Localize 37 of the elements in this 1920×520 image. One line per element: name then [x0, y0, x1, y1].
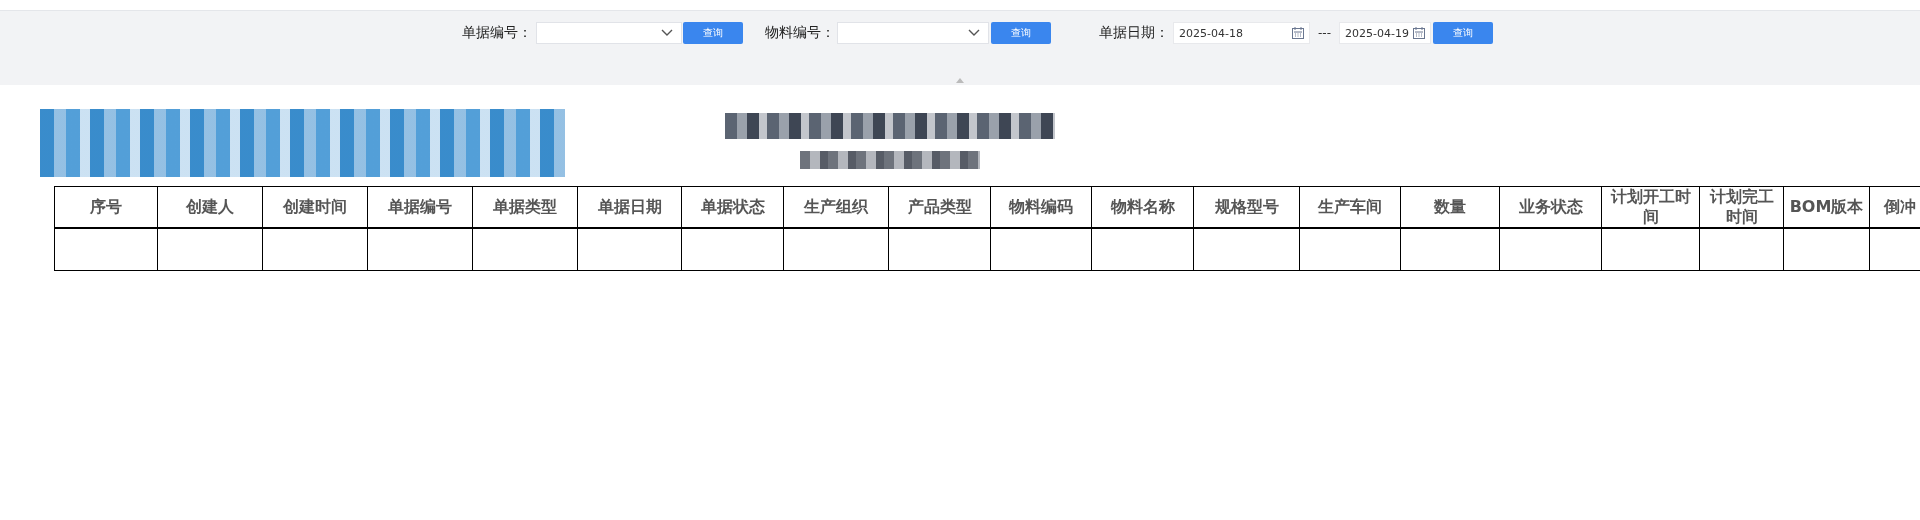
search-button[interactable]: 查询 — [683, 22, 743, 44]
column-header: 规格型号 — [1193, 186, 1300, 228]
dropdown-field[interactable] — [837, 22, 989, 44]
date-field[interactable]: 2025-04-19 — [1339, 22, 1431, 44]
column-header: 生产组织 — [783, 186, 889, 228]
column-header: 物料名称 — [1091, 186, 1194, 228]
date-value: 2025-04-18 — [1179, 26, 1243, 40]
filter-label: 单据日期： — [1099, 24, 1169, 42]
column-header: 计划开工时间 — [1601, 186, 1700, 228]
column-header: 数量 — [1400, 186, 1500, 228]
column-header: 生产车间 — [1299, 186, 1401, 228]
column-header: 倒冲 — [1869, 186, 1920, 228]
calendar-icon[interactable] — [1413, 27, 1425, 39]
date-field[interactable]: 2025-04-18 — [1173, 22, 1310, 44]
range-separator: --- — [1318, 26, 1331, 40]
column-header: 创建时间 — [262, 186, 368, 228]
date-value: 2025-04-19 — [1345, 26, 1409, 40]
column-header: BOM版本 — [1783, 186, 1870, 228]
filter-label: 物料编号： — [765, 24, 835, 42]
column-header: 创建人 — [157, 186, 263, 228]
column-header: 业务状态 — [1499, 186, 1602, 228]
column-header: 单据编号 — [367, 186, 473, 228]
filter-label: 单据编号： — [462, 24, 532, 42]
column-header: 物料编码 — [990, 186, 1092, 228]
column-header: 单据状态 — [681, 186, 784, 228]
column-header: 计划完工时间 — [1699, 186, 1784, 228]
chevron-down-icon — [661, 29, 673, 37]
chevron-down-icon — [968, 29, 980, 37]
search-button[interactable]: 查询 — [1433, 22, 1493, 44]
column-header: 单据日期 — [577, 186, 682, 228]
dropdown-field[interactable] — [536, 22, 682, 44]
column-header: 单据类型 — [472, 186, 578, 228]
column-header: 序号 — [54, 186, 158, 228]
search-button[interactable]: 查询 — [991, 22, 1051, 44]
column-header: 产品类型 — [888, 186, 991, 228]
calendar-icon[interactable] — [1292, 27, 1304, 39]
collapse-icon[interactable] — [956, 78, 964, 83]
